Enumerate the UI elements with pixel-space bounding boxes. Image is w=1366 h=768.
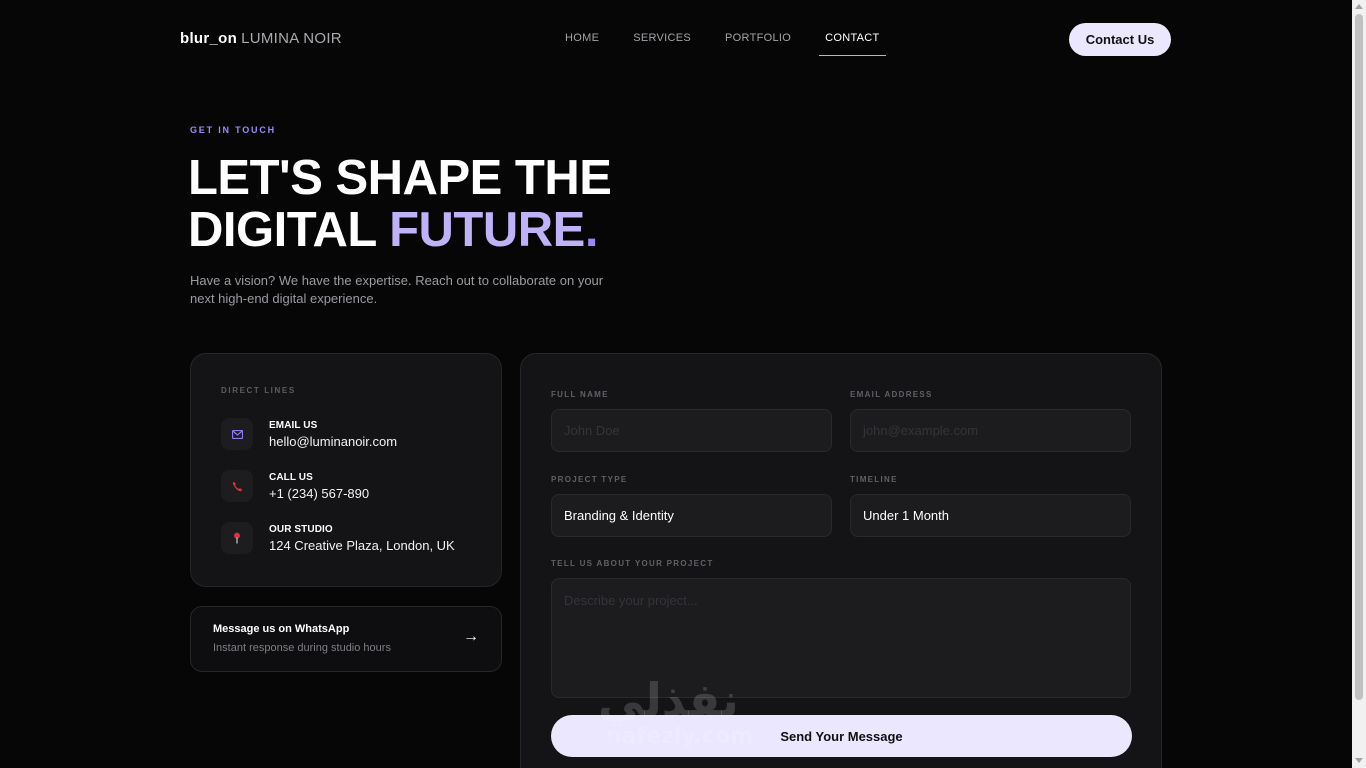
email-label: EMAIL US xyxy=(269,419,318,431)
phone-icon xyxy=(221,470,253,502)
full-name-input[interactable] xyxy=(551,409,832,452)
headline-line-1: LET'S SHAPE THE xyxy=(188,151,612,205)
watermark: نفذلي nafezly.com xyxy=(598,676,753,749)
whatsapp-title: Message us on WhatsApp xyxy=(213,623,350,635)
whatsapp-card[interactable]: Message us on WhatsApp Instant response … xyxy=(190,606,502,672)
phone-value[interactable]: +1 (234) 567-890 xyxy=(269,486,369,501)
full-name-label: FULL NAME xyxy=(551,390,609,399)
headline-line-2-plain: DIGITAL xyxy=(188,203,376,257)
email-address-label: EMAIL ADDRESS xyxy=(850,390,933,399)
page-headline: LET'S SHAPE THE DIGITAL FUTURE. xyxy=(188,151,612,257)
scroll-up-arrow-icon[interactable] xyxy=(1355,4,1363,9)
timeline-select[interactable]: Under 1 Month xyxy=(850,494,1131,537)
phone-label: CALL US xyxy=(269,471,313,483)
headline-dot: . xyxy=(584,203,599,257)
scroll-down-arrow-icon[interactable] xyxy=(1355,758,1363,763)
logo-mark: blur_on xyxy=(180,30,238,47)
main-nav: HOME SERVICES PORTFOLIO CONTACT xyxy=(565,32,887,56)
nav-services[interactable]: SERVICES xyxy=(633,32,691,56)
nav-home[interactable]: HOME xyxy=(565,32,599,56)
project-type-select[interactable]: Branding & Identity xyxy=(551,494,832,537)
direct-lines-card: DIRECT LINES EMAIL US hello@luminanoir.c… xyxy=(190,353,502,587)
watermark-latin: nafezly.com xyxy=(606,724,754,749)
intro-text: Have a vision? We have the expertise. Re… xyxy=(190,273,604,306)
nav-contact[interactable]: CONTACT xyxy=(819,32,887,56)
project-type-label: PROJECT TYPE xyxy=(551,475,628,484)
project-details-label: TELL US ABOUT YOUR PROJECT xyxy=(551,559,714,568)
contact-us-button[interactable]: Contact Us xyxy=(1069,23,1171,56)
email-value[interactable]: hello@luminanoir.com xyxy=(269,434,397,449)
nav-portfolio[interactable]: PORTFOLIO xyxy=(725,32,791,56)
page-scrollbar[interactable] xyxy=(1352,0,1366,768)
site-header: blur_on LUMINA NOIR HOME SERVICES PORTFOL… xyxy=(0,0,1366,78)
mail-icon xyxy=(221,418,253,450)
phone-line[interactable]: CALL US +1 (234) 567-890 xyxy=(221,470,369,502)
studio-label: OUR STUDIO xyxy=(269,523,333,535)
timeline-label: TIMELINE xyxy=(850,475,898,484)
direct-lines-title: DIRECT LINES xyxy=(221,386,296,395)
arrow-right-icon: → xyxy=(463,628,479,645)
logo[interactable]: blur_on LUMINA NOIR xyxy=(180,30,342,47)
project-type-value: Branding & Identity xyxy=(564,508,674,523)
whatsapp-subtitle: Instant response during studio hours xyxy=(213,642,391,654)
watermark-arabic: نفذلي xyxy=(598,673,739,727)
pin-icon xyxy=(221,522,253,554)
logo-name: LUMINA NOIR xyxy=(241,30,342,47)
email-address-input[interactable] xyxy=(850,409,1131,452)
studio-value: 124 Creative Plaza, London, UK xyxy=(269,537,455,553)
eyebrow-label: GET IN TOUCH xyxy=(190,125,276,135)
timeline-value: Under 1 Month xyxy=(863,508,949,523)
email-line[interactable]: EMAIL US hello@luminanoir.com xyxy=(221,418,397,450)
studio-line: OUR STUDIO 124 Creative Plaza, London, U… xyxy=(221,522,455,554)
scrollbar-thumb[interactable] xyxy=(1355,14,1363,700)
headline-accent: FUTURE xyxy=(389,203,585,257)
